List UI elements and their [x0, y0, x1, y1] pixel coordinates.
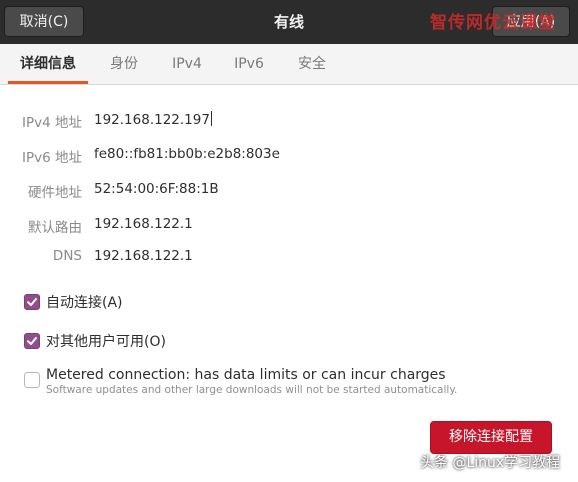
metered-connection-text: Metered connection: has data limits or c… — [46, 366, 457, 397]
default-route-label: 默认路由 — [28, 220, 82, 236]
default-route-value[interactable]: 192.168.122.1 — [94, 216, 193, 232]
dns-label: DNS — [52, 248, 82, 264]
metered-connection-subtitle: Software updates and other large downloa… — [46, 384, 458, 396]
cancel-button[interactable]: 取消(C) — [4, 6, 84, 37]
metered-connection-title: Metered connection: has data limits or c… — [46, 367, 446, 383]
auto-connect-checkbox[interactable] — [24, 294, 40, 310]
ipv6-address-label: IPv6 地址 — [22, 150, 82, 166]
header-bar: 取消(C) 有线 应用(A) 智传网优云课堂 — [0, 0, 578, 44]
checkmark-icon — [27, 337, 37, 345]
metered-connection-option[interactable]: Metered connection: has data limits or c… — [24, 366, 457, 397]
auto-connect-label: 自动连接(A) — [46, 295, 123, 311]
hardware-address-label: 硬件地址 — [28, 185, 82, 201]
apply-button[interactable]: 应用(A) — [492, 6, 570, 37]
all-users-checkbox[interactable] — [24, 333, 40, 349]
checkmark-icon — [27, 298, 37, 306]
metered-connection-checkbox[interactable] — [24, 372, 40, 388]
all-users-option[interactable]: 对其他用户可用(O) — [24, 330, 166, 352]
ipv4-address-label: IPv4 地址 — [22, 115, 82, 131]
ipv6-address-value[interactable]: fe80::fb81:bb0b:e2b8:803e — [94, 146, 280, 162]
tab-details[interactable]: 详细信息 — [8, 44, 88, 84]
ipv4-address-value[interactable]: 192.168.122.197 — [94, 111, 212, 128]
tab-bar: 详细信息 身份 IPv4 IPv6 安全 — [0, 44, 578, 85]
footer-watermark: 头条 @Linux学习教程 — [420, 455, 561, 471]
dns-value[interactable]: 192.168.122.1 — [94, 248, 193, 264]
tab-identity[interactable]: 身份 — [100, 44, 148, 84]
all-users-label: 对其他用户可用(O) — [46, 334, 166, 350]
tab-ipv6[interactable]: IPv6 — [226, 44, 272, 84]
tab-ipv4[interactable]: IPv4 — [164, 44, 210, 84]
hardware-address-value[interactable]: 52:54:00:6F:88:1B — [94, 181, 219, 197]
ipv4-address-text: 192.168.122.197 — [94, 112, 210, 128]
tab-security[interactable]: 安全 — [288, 44, 336, 84]
remove-connection-profile-button[interactable]: 移除连接配置 — [430, 421, 552, 454]
auto-connect-option[interactable]: 自动连接(A) — [24, 291, 123, 313]
text-cursor — [210, 111, 212, 126]
